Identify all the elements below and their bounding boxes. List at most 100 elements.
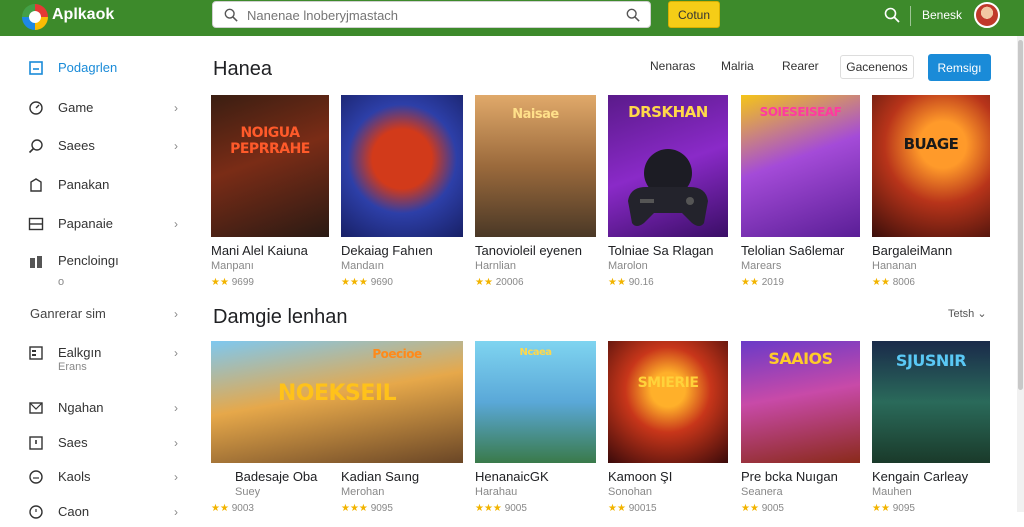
filter-chip[interactable]: Gacenenos (840, 55, 914, 79)
clock-icon (29, 505, 43, 519)
filter-link[interactable]: Malria (721, 59, 754, 73)
chevron-right-icon: › (174, 436, 178, 450)
search-bar[interactable] (212, 1, 651, 28)
app-developer: Mandaın (341, 260, 384, 272)
app-name: HenanaicGK (475, 469, 549, 484)
app-thumbnail[interactable]: SAAIOS (741, 341, 860, 463)
app-name: Telolian Sa6lemar (741, 243, 845, 258)
chevron-down-icon: ⌄ (977, 308, 987, 320)
sidebar-item-caon[interactable]: Caon › (0, 497, 200, 527)
app-thumbnail[interactable]: SMIERIE (608, 341, 728, 463)
thumbnail-art-text: Ncaea (519, 347, 552, 358)
app-name: Badesaje Oba (235, 469, 318, 484)
chart-icon (30, 256, 42, 268)
app-rating: ★★ 9095 (872, 503, 915, 514)
app-thumbnail[interactable]: DRSKHAN (608, 95, 728, 237)
sidebar-item-home[interactable]: Podagrlen (0, 53, 200, 83)
chevron-right-icon: › (174, 217, 178, 231)
app-rating: ★★ 9699 (211, 277, 254, 288)
sidebar-item-ealkgin[interactable]: Ealkgın › (0, 338, 200, 368)
app-developer: Hananan (872, 260, 917, 272)
sidebar-item-sub: o (58, 276, 65, 288)
thumbnail-art-text: BUAGE (903, 135, 959, 153)
user-name[interactable]: Benesk (922, 8, 962, 22)
sidebar-item-ngahan[interactable]: Ngahan › (0, 393, 200, 423)
thumbnail-art-text: Naisae (512, 107, 559, 122)
thumbnail-art-text: SOIESEISEAF (759, 105, 842, 119)
star-icon: ★★ (872, 277, 890, 288)
chevron-right-icon: › (174, 139, 178, 153)
app-rating: ★★★ 9690 (341, 277, 393, 288)
thumbnail-art-text: SJUSNIR (895, 351, 967, 370)
star-icon: ★★ (608, 277, 626, 288)
smile-icon (29, 470, 43, 484)
bookmark-icon (30, 178, 42, 192)
star-icon: ★★ (475, 277, 493, 288)
sidebar-item-label: Saees (58, 138, 95, 153)
star-icon: ★★ (741, 503, 759, 514)
app-rating: ★★ 90.16 (608, 277, 654, 288)
thumbnail-art-text: DRSKHAN (628, 103, 708, 121)
filter-link[interactable]: Rearer (782, 59, 819, 73)
sidebar-item-label: Papanaie (58, 216, 113, 231)
app-name: Kengain Carleay (872, 469, 969, 484)
app-thumbnail[interactable]: NOIGUA PEPRRAHE (211, 95, 329, 237)
sidebar-item-panakan[interactable]: Panakan (0, 170, 200, 200)
star-icon: ★★★ (475, 503, 502, 514)
app-developer: Sonohan (608, 486, 653, 498)
app-rating: ★★ 9003 (211, 503, 254, 514)
chevron-right-icon: › (174, 346, 178, 360)
header-divider (910, 6, 911, 26)
chevron-right-icon: › (174, 470, 178, 484)
star-icon: ★★ (741, 277, 759, 288)
filter-link[interactable]: Nenaras (650, 59, 695, 73)
star-icon: ★★ (872, 503, 890, 514)
thumbnail-art-text: NOEKSEIL (277, 381, 397, 406)
search-icon (224, 8, 238, 22)
app-rating: ★★★ 9095 (341, 503, 393, 514)
thumbnail-art-text: SAAIOS (768, 349, 833, 368)
sidebar-item-papanaie[interactable]: Papanaie › (0, 209, 200, 239)
sidebar-item-saes[interactable]: Saes › (0, 428, 200, 458)
thumbnail-art-text: NOIGUA PEPRRAHE (230, 125, 310, 157)
sidebar-item-game[interactable]: Game › (0, 93, 200, 123)
app-developer: Marolon (608, 260, 648, 272)
star-icon: ★★ (608, 503, 626, 514)
app-thumbnail[interactable]: Naisae (475, 95, 596, 237)
search-submit-icon[interactable] (626, 8, 640, 22)
sidebar-item-saees[interactable]: Saees › (0, 131, 200, 161)
section-title: Hanea (213, 58, 272, 80)
app-thumbnail[interactable]: SOIESEISEAF (741, 95, 860, 237)
app-logo-icon[interactable] (22, 4, 48, 30)
app-thumbnail[interactable] (341, 95, 463, 237)
app-thumbnail[interactable]: Ncaea (475, 341, 596, 463)
app-name: Mani Alel Kaiuna (211, 243, 308, 258)
sidebar-item-pencloing[interactable]: Pencloingı (0, 246, 200, 276)
sidebar-item-label: Kaols (58, 469, 91, 484)
app-thumbnail[interactable]: BUAGE (872, 95, 990, 237)
scrollbar[interactable] (1017, 36, 1024, 512)
sidebar-item-kaols[interactable]: Kaols › (0, 462, 200, 492)
app-thumbnail[interactable]: Poecioe NOEKSEIL (211, 341, 463, 463)
sidebar-item-label: Game (58, 100, 94, 115)
app-title[interactable]: Aplkaok (52, 6, 114, 24)
star-icon: ★★★ (341, 503, 368, 514)
app-name: Kamoon ŞI (608, 469, 673, 484)
see-all-link[interactable]: Tetsh ⌄ (948, 307, 987, 320)
app-developer: Mauhen (872, 486, 912, 498)
header-action-button[interactable]: Cotun (668, 1, 720, 28)
app-rating: ★★ 9005 (741, 503, 784, 514)
app-thumbnail[interactable]: SJUSNIR (872, 341, 990, 463)
sidebar-section-label[interactable]: Ganrerar sim (30, 306, 106, 321)
search-input[interactable] (247, 5, 617, 25)
star-icon: ★★★ (341, 277, 368, 288)
app-name: BargaleiMann (872, 243, 953, 258)
app-developer: Suey (235, 486, 261, 498)
app-developer: Seanera (741, 486, 783, 498)
primary-button[interactable]: Remsigı (928, 54, 991, 81)
avatar[interactable] (974, 2, 1000, 28)
header-search-icon[interactable] (884, 7, 900, 23)
gamepad-icon (628, 149, 708, 226)
scrollbar-thumb[interactable] (1018, 40, 1023, 390)
app-rating: ★★ 20006 (475, 277, 524, 288)
